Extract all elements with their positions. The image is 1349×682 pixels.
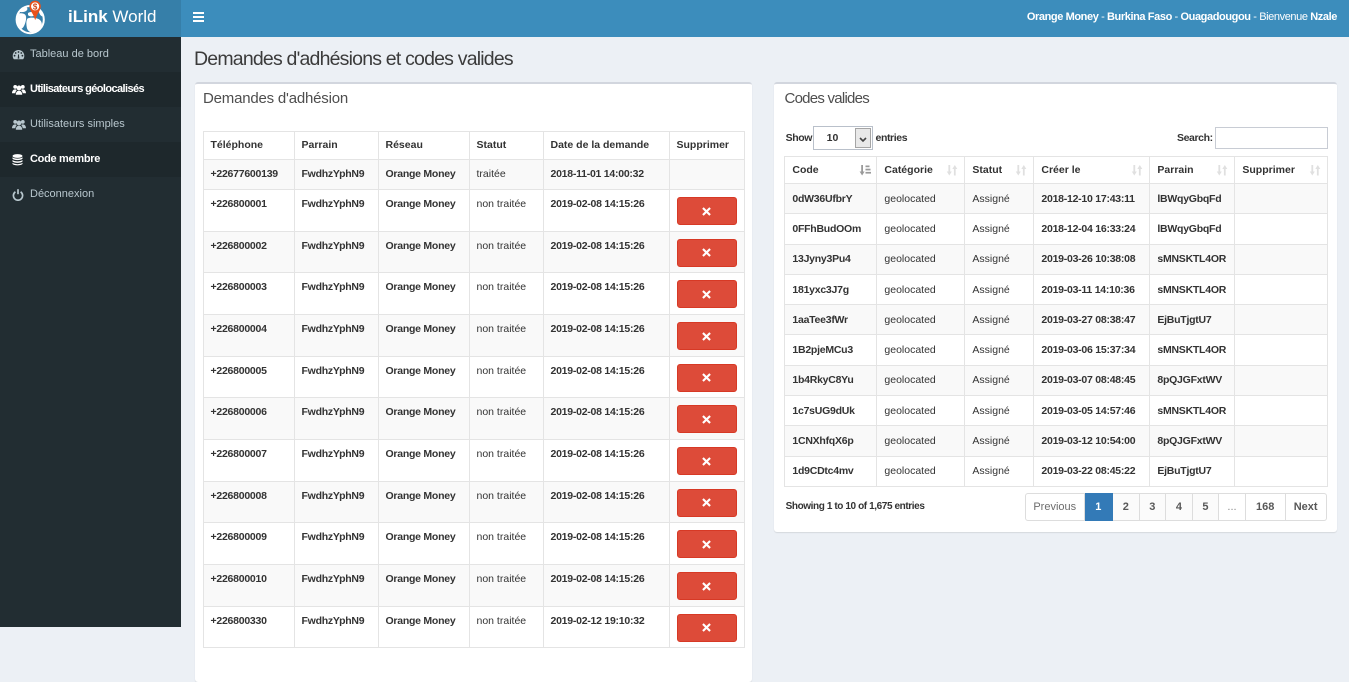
svg-text:$: $ [33,2,38,11]
